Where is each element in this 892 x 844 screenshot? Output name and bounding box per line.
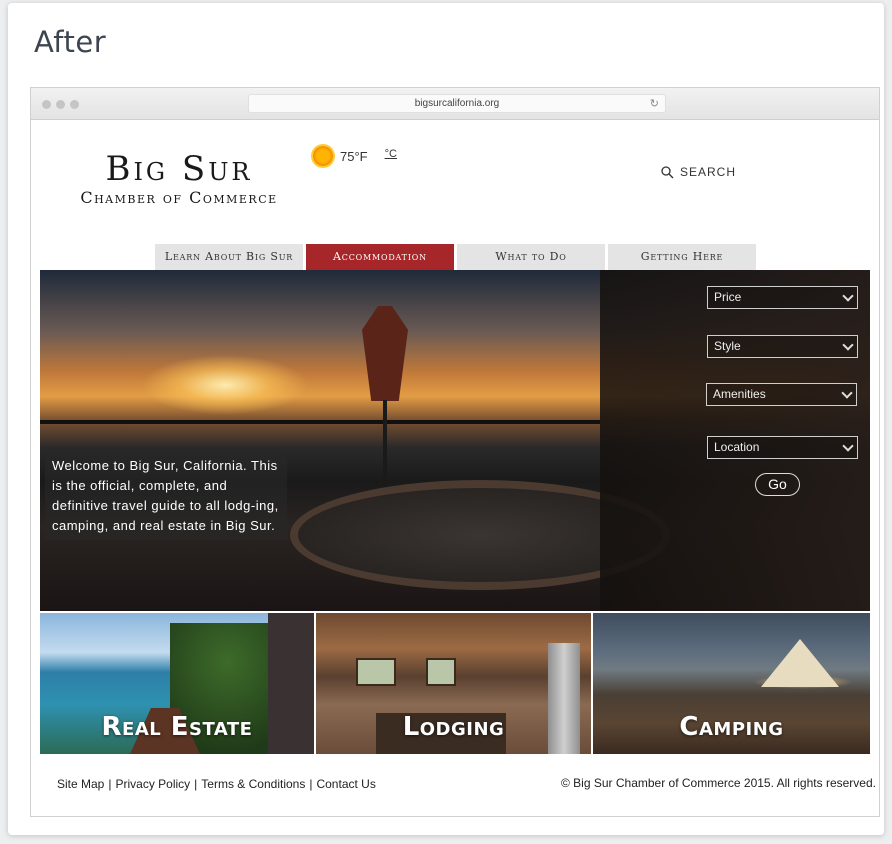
tab-what-to-do[interactable]: What to Do — [457, 244, 605, 270]
lodging-tile[interactable]: Lodging — [316, 613, 591, 754]
window-graphic — [356, 658, 396, 686]
real-estate-tile[interactable]: Real Estate — [40, 613, 314, 754]
tab-getting-here[interactable]: Getting Here — [608, 244, 756, 270]
style-filter-label: Style — [714, 339, 741, 353]
lodging-label: Lodging — [402, 712, 505, 742]
browser-window: bigsurcalifornia.org ↻ Big Sur Chamber o… — [30, 87, 880, 817]
tab-accommodation[interactable]: Accommodation — [306, 244, 454, 270]
window-controls[interactable] — [42, 100, 79, 109]
tent-graphic — [761, 639, 839, 687]
close-dot-icon[interactable] — [42, 100, 51, 109]
real-estate-label: Real Estate — [101, 712, 253, 742]
celsius-toggle[interactable]: °C — [385, 148, 397, 160]
search-label: SEARCH — [680, 165, 737, 179]
amenities-filter-label: Amenities — [713, 387, 766, 401]
chevron-down-icon — [842, 440, 854, 452]
screenshot-card: After bigsurcalifornia.org ↻ Big Sur Cha… — [8, 3, 884, 835]
logo-title: Big Sur — [105, 149, 253, 189]
location-filter[interactable]: Location — [707, 436, 858, 459]
footer-links: Site Map | Privacy Policy | Terms & Cond… — [57, 777, 376, 791]
footer-link-contact-us[interactable]: Contact Us — [316, 777, 375, 791]
search-button[interactable]: SEARCH — [661, 165, 736, 179]
footer-link-site-map[interactable]: Site Map — [57, 777, 104, 791]
location-filter-label: Location — [714, 440, 760, 454]
sun-icon — [313, 146, 333, 166]
separator: | — [309, 777, 313, 791]
umbrella-graphic — [362, 306, 408, 401]
hero-banner: Welcome to Big Sur, California. This is … — [40, 270, 870, 611]
site-logo[interactable]: Big Sur Chamber of Commerce — [59, 150, 299, 208]
tab-learn-about-big-sur[interactable]: Learn About Big Sur — [155, 244, 303, 270]
style-filter[interactable]: Style — [707, 335, 858, 358]
price-filter-label: Price — [714, 290, 742, 304]
welcome-text: Welcome to Big Sur, California. This is … — [45, 452, 287, 540]
logo-subtitle: Chamber of Commerce — [80, 188, 278, 207]
card-title: After — [34, 25, 107, 59]
amenities-filter[interactable]: Amenities — [706, 383, 857, 406]
maximize-dot-icon[interactable] — [70, 100, 79, 109]
weather-widget: 75°F °C — [313, 146, 397, 166]
browser-chrome: bigsurcalifornia.org ↻ — [31, 88, 879, 120]
camping-tile[interactable]: Camping — [593, 613, 870, 754]
footer-link-privacy-policy[interactable]: Privacy Policy — [115, 777, 190, 791]
main-nav: Learn About Big Sur Accommodation What t… — [155, 244, 756, 270]
footer-link-terms[interactable]: Terms & Conditions — [201, 777, 305, 791]
deck-railing — [40, 420, 600, 424]
price-filter[interactable]: Price — [707, 286, 858, 309]
go-button[interactable]: Go — [755, 473, 800, 496]
url-text: bigsurcalifornia.org — [414, 98, 500, 109]
search-icon — [661, 165, 674, 178]
separator: | — [108, 777, 112, 791]
separator: | — [194, 777, 198, 791]
chevron-down-icon — [842, 290, 854, 302]
camping-label: Camping — [679, 712, 784, 742]
reload-icon[interactable]: ↻ — [650, 95, 659, 113]
web-page: Big Sur Chamber of Commerce 75°F °C SEAR… — [31, 120, 879, 816]
minimize-dot-icon[interactable] — [56, 100, 65, 109]
copyright-text: © Big Sur Chamber of Commerce 2015. All … — [561, 776, 876, 790]
temperature: 75°F — [340, 148, 368, 164]
chevron-down-icon — [841, 387, 853, 399]
window-graphic — [426, 658, 456, 686]
address-bar[interactable]: bigsurcalifornia.org ↻ — [248, 94, 666, 113]
chevron-down-icon — [842, 339, 854, 351]
